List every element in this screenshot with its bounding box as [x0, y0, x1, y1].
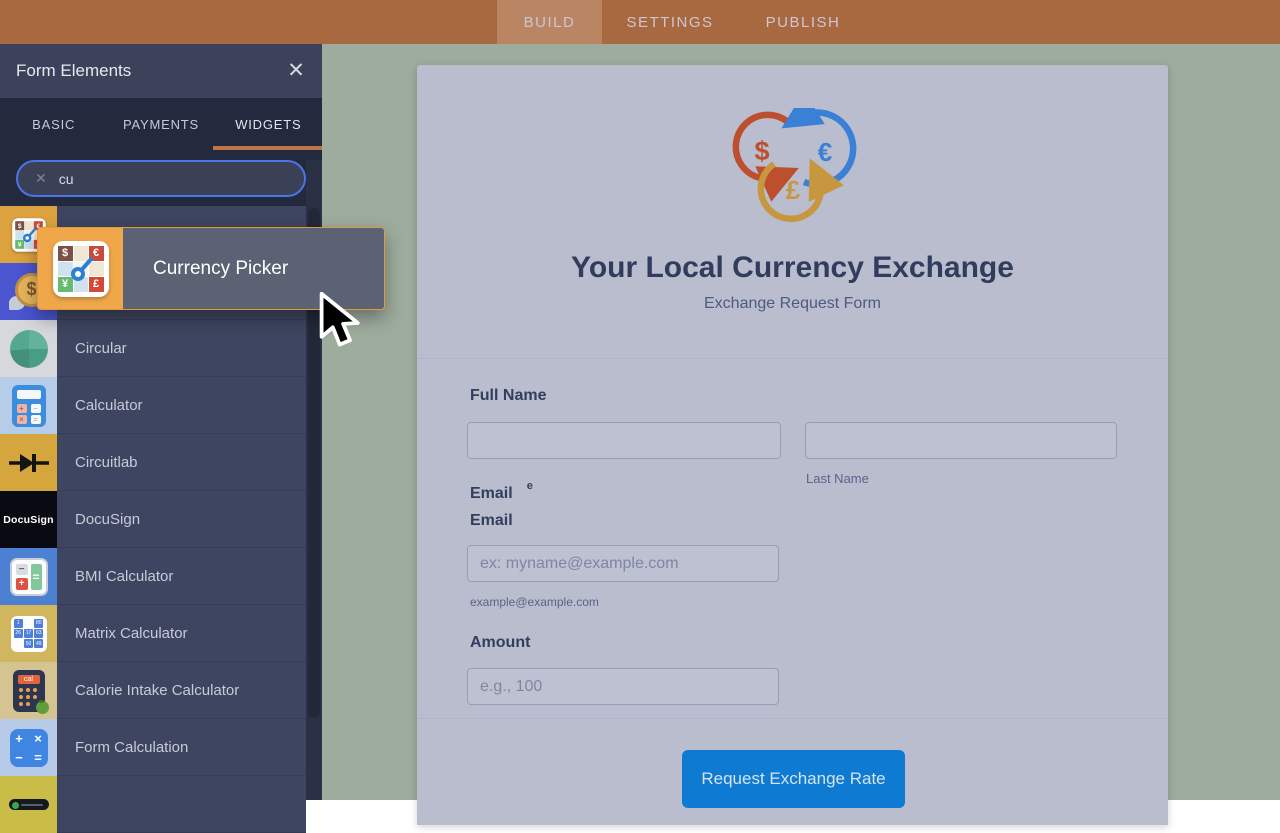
search-input[interactable]: ✕ cu — [16, 160, 306, 197]
email-ghost-superscript: e — [527, 480, 533, 492]
tab-payments[interactable]: PAYMENTS — [107, 98, 214, 150]
widget-row-circular[interactable]: Circular — [0, 320, 306, 377]
calculator-icon: + − × = — [0, 377, 57, 434]
section-divider — [417, 718, 1168, 719]
email-sublabel: example@example.com — [470, 595, 599, 609]
widget-row-form-calculation[interactable]: +×−= Form Calculation — [0, 719, 306, 776]
drag-label: Currency Picker — [153, 258, 288, 280]
widget-row-calculator[interactable]: + − × = Calculator — [0, 377, 306, 434]
form-preview-card: $ € £ Your Local Currency Exchange Excha… — [417, 65, 1168, 825]
widget-label: BMI Calculator — [75, 548, 173, 605]
widget-label: Form Calculation — [75, 719, 188, 776]
bmi-calculator-icon: − + = — [0, 548, 57, 605]
panel-tabs: BASIC PAYMENTS WIDGETS — [0, 98, 322, 150]
tab-basic[interactable]: BASIC — [0, 98, 107, 150]
form-canvas: $ € £ Your Local Currency Exchange Excha… — [322, 44, 1280, 800]
widget-row-calorie-intake-calculator[interactable]: cal Calorie Intake Calculator — [0, 662, 306, 719]
top-navigation-bar: BUILD SETTINGS PUBLISH — [0, 0, 1280, 44]
last-name-sublabel: Last Name — [806, 471, 869, 486]
last-name-input[interactable] — [805, 422, 1117, 459]
svg-text:$: $ — [754, 136, 769, 166]
panel-title: Form Elements — [16, 61, 131, 81]
widget-row-bmi-calculator[interactable]: − + = BMI Calculator — [0, 548, 306, 605]
pie-chart-icon — [0, 320, 57, 377]
form-elements-panel: Form Elements ✕ BASIC PAYMENTS WIDGETS ✕… — [0, 44, 322, 800]
widget-row-docusign[interactable]: DocuSign DocuSign — [0, 491, 306, 548]
clear-search-icon[interactable]: ✕ — [35, 170, 47, 187]
amount-input[interactable] — [467, 668, 779, 705]
tab-build[interactable]: BUILD — [497, 0, 602, 44]
tab-settings[interactable]: SETTINGS — [610, 0, 730, 44]
matrix-calculator-icon: 180 261763 5049 — [0, 605, 57, 662]
form-subtitle: Exchange Request Form — [417, 295, 1168, 313]
widget-label: DocuSign — [75, 491, 140, 548]
widget-label: Circular — [75, 320, 127, 377]
calorie-calculator-icon: cal — [0, 662, 57, 719]
tab-publish[interactable]: PUBLISH — [745, 0, 861, 44]
tab-widgets[interactable]: WIDGETS — [215, 98, 322, 150]
svg-text:€: € — [818, 137, 832, 167]
form-title: Your Local Currency Exchange — [417, 251, 1168, 285]
close-icon[interactable]: ✕ — [284, 59, 308, 83]
amount-label: Amount — [470, 634, 530, 652]
email-ghost-label: Email e — [470, 480, 533, 503]
widget-label: Matrix Calculator — [75, 605, 188, 662]
email-input[interactable] — [467, 545, 779, 582]
email-ghost-text: Email — [470, 485, 513, 502]
mouse-cursor-icon — [318, 292, 370, 354]
slider-icon — [0, 776, 57, 833]
docusign-logo-text: DocuSign — [3, 514, 54, 526]
first-name-input[interactable] — [467, 422, 781, 459]
svg-text:£: £ — [786, 175, 801, 205]
widget-label: Calorie Intake Calculator — [75, 662, 239, 719]
panel-header: Form Elements ✕ — [0, 44, 322, 98]
widget-row-circuitlab[interactable]: Circuitlab — [0, 434, 306, 491]
widget-label: Calculator — [75, 377, 143, 434]
search-query-text: cu — [59, 171, 74, 187]
diode-icon — [0, 434, 57, 491]
widget-row-slider[interactable] — [0, 776, 306, 833]
form-calculation-icon: +×−= — [0, 719, 57, 776]
currency-exchange-logo-icon: $ € £ — [708, 108, 878, 228]
request-exchange-rate-button[interactable]: Request Exchange Rate — [682, 750, 905, 808]
search-area: ✕ cu — [0, 150, 322, 206]
drag-icon-block: $ € ¥ £ — [38, 228, 123, 309]
full-name-label: Full Name — [470, 387, 546, 405]
docusign-logo-icon: DocuSign — [0, 491, 57, 548]
widget-row-matrix-calculator[interactable]: 180 261763 5049 Matrix Calculator — [0, 605, 306, 662]
currency-picker-icon: $ € ¥ £ — [53, 241, 109, 297]
email-label: Email — [470, 512, 513, 530]
section-divider — [417, 358, 1168, 359]
widget-label: Circuitlab — [75, 434, 138, 491]
